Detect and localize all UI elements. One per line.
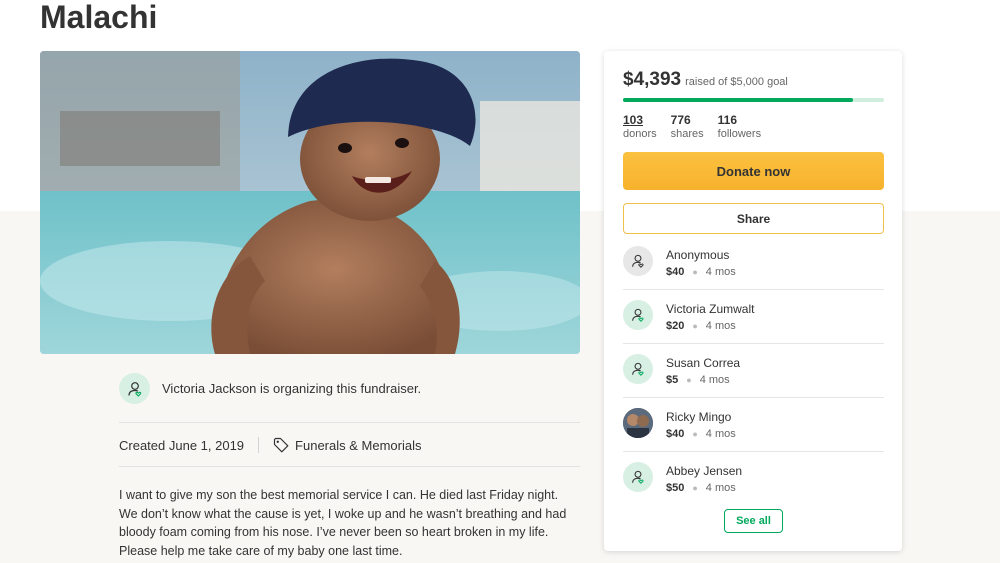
donor-time: 4 mos bbox=[705, 266, 736, 278]
user-heart-icon bbox=[632, 308, 644, 322]
tag-icon bbox=[273, 437, 289, 453]
donor-name: Ricky Mingo bbox=[666, 410, 732, 424]
user-heart-icon bbox=[632, 254, 644, 268]
category-label: Funerals & Memorials bbox=[295, 437, 422, 453]
donor-details: $40 ● 4 mos bbox=[666, 428, 736, 440]
donor-avatar bbox=[623, 354, 653, 384]
donor-name: Susan Correa bbox=[666, 356, 741, 370]
campaign-title: Malachi bbox=[40, 0, 158, 35]
stat-followers: 116 followers bbox=[718, 113, 761, 141]
campaign-meta: Created June 1, 2019 Funerals & Memorial… bbox=[119, 437, 421, 453]
donor-amount: $5 bbox=[666, 374, 679, 386]
donor-item: Ricky Mingo $40 ● 4 mos bbox=[623, 398, 884, 452]
organizer-row: Victoria Jackson is organizing this fund… bbox=[119, 373, 421, 404]
donor-avatar bbox=[623, 300, 653, 330]
raised-amount: $4,393 bbox=[623, 69, 682, 90]
donor-name: Abbey Jensen bbox=[666, 464, 743, 478]
donate-button[interactable]: Donate now bbox=[623, 152, 884, 190]
stat-label: donors bbox=[623, 128, 657, 140]
bullet-separator: ● bbox=[692, 483, 698, 493]
campaign-stats: 103 donors 776 shares 116 followers bbox=[623, 113, 775, 141]
donor-time: 4 mos bbox=[699, 374, 730, 386]
goal-text: raised of $5,000 goal bbox=[685, 76, 788, 88]
bullet-separator: ● bbox=[692, 321, 698, 331]
donor-item: Abbey Jensen $50 ● 4 mos bbox=[623, 452, 884, 506]
donor-photo-avatar bbox=[623, 408, 653, 438]
donor-details: $20 ● 4 mos bbox=[666, 320, 736, 332]
user-heart-icon bbox=[632, 362, 644, 376]
category-link[interactable]: Funerals & Memorials bbox=[273, 437, 421, 453]
share-button[interactable]: Share bbox=[623, 203, 884, 234]
stat-value: 103 bbox=[623, 113, 644, 127]
divider bbox=[119, 422, 580, 423]
amount-raised: $4,393 raised of $5,000 goal bbox=[623, 69, 788, 91]
donor-time: 4 mos bbox=[705, 320, 736, 332]
donor-amount: $40 bbox=[666, 266, 685, 278]
stat-label: followers bbox=[717, 128, 762, 140]
stat-shares: 776 shares bbox=[671, 113, 704, 141]
donor-amount: $20 bbox=[666, 320, 685, 332]
donor-amount: $40 bbox=[666, 428, 685, 440]
donor-time: 4 mos bbox=[705, 428, 736, 440]
campaign-story: I want to give my son the best memorial … bbox=[119, 486, 580, 560]
donor-details: $5 ● 4 mos bbox=[666, 374, 730, 386]
donor-item: Victoria Zumwalt $20 ● 4 mos bbox=[623, 290, 884, 344]
donor-amount: $50 bbox=[666, 482, 685, 494]
donor-avatar bbox=[623, 462, 653, 492]
donor-details: $50 ● 4 mos bbox=[666, 482, 736, 494]
progress-fill bbox=[623, 98, 853, 102]
organizer-avatar bbox=[119, 373, 150, 404]
see-all-button[interactable]: See all bbox=[724, 509, 783, 533]
donor-time: 4 mos bbox=[705, 482, 736, 494]
user-heart-icon bbox=[632, 470, 644, 484]
stat-value: 776 bbox=[670, 113, 691, 127]
profile-photo bbox=[623, 408, 653, 438]
story-paragraph: I want to give my son the best memorial … bbox=[119, 488, 567, 539]
donation-card: $4,393 raised of $5,000 goal 103 donors … bbox=[604, 51, 902, 551]
user-heart-icon bbox=[127, 381, 141, 397]
donor-item: Susan Correa $5 ● 4 mos bbox=[623, 344, 884, 398]
meta-separator bbox=[258, 437, 260, 453]
stat-value: 116 bbox=[717, 113, 738, 127]
donor-name: Anonymous bbox=[666, 248, 730, 262]
bullet-separator: ● bbox=[692, 267, 698, 277]
progress-bar bbox=[623, 98, 884, 102]
organizer-text: Victoria Jackson is organizing this fund… bbox=[162, 381, 422, 396]
stat-donors[interactable]: 103 donors bbox=[623, 113, 657, 141]
donor-avatar bbox=[623, 246, 653, 276]
donor-list: Anonymous $40 ● 4 mos Victoria Zumwalt $… bbox=[623, 236, 884, 506]
donor-details: $40 ● 4 mos bbox=[666, 266, 736, 278]
bullet-separator: ● bbox=[692, 429, 698, 439]
stat-label: shares bbox=[670, 128, 704, 140]
created-date: Created June 1, 2019 bbox=[119, 437, 245, 453]
bullet-separator: ● bbox=[686, 375, 692, 385]
campaign-photo bbox=[40, 51, 580, 354]
donor-name: Victoria Zumwalt bbox=[666, 302, 755, 316]
donor-item: Anonymous $40 ● 4 mos bbox=[623, 236, 884, 290]
divider bbox=[119, 466, 580, 467]
story-paragraph: Please help me take care of my baby one … bbox=[119, 543, 403, 558]
